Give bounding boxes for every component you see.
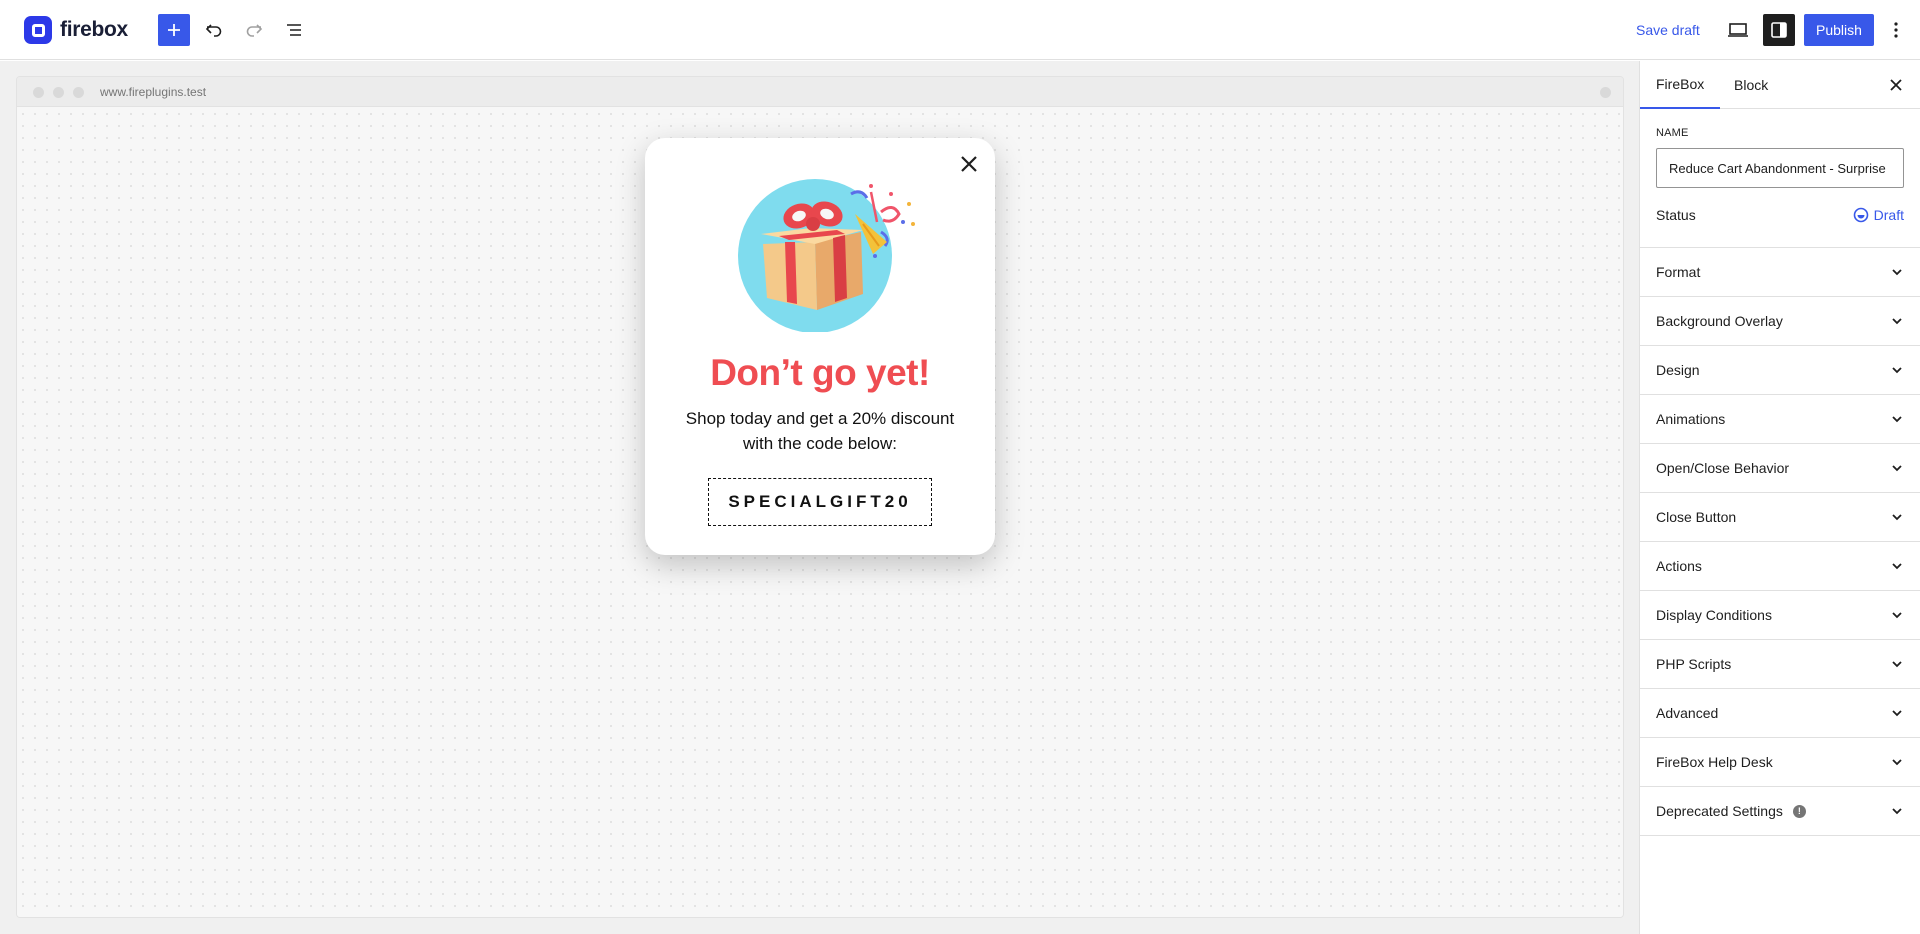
editor-header: firebox Save draft Publish	[0, 0, 1920, 60]
redo-button[interactable]	[238, 14, 270, 46]
chevron-down-icon	[1892, 269, 1902, 276]
publish-button[interactable]: Publish	[1804, 14, 1874, 46]
browser-bar: www.fireplugins.test	[17, 77, 1623, 107]
panel-label: Format	[1656, 264, 1701, 280]
coupon-code[interactable]: SPECIALGIFT20	[708, 478, 932, 526]
document-overview-button[interactable]	[278, 14, 310, 46]
panel-open-close-behavior[interactable]: Open/Close Behavior	[1640, 444, 1920, 493]
panel-label: Deprecated Settings	[1656, 803, 1783, 819]
panel-label: Background Overlay	[1656, 313, 1783, 329]
panel-label: Open/Close Behavior	[1656, 460, 1790, 476]
panel-label: PHP Scripts	[1656, 656, 1732, 672]
logo-text: firebox	[60, 18, 128, 41]
status-toggle[interactable]: Draft	[1852, 206, 1904, 224]
panel-php-scripts[interactable]: PHP Scripts	[1640, 640, 1920, 689]
panel-animations[interactable]: Animations	[1640, 395, 1920, 444]
options-menu-button[interactable]	[1880, 14, 1912, 46]
chevron-down-icon	[1892, 367, 1902, 374]
undo-button[interactable]	[198, 14, 230, 46]
status-row: Status Draft	[1656, 204, 1904, 226]
panel-label: Advanced	[1656, 705, 1719, 721]
plus-icon	[168, 24, 180, 36]
close-icon	[1890, 79, 1902, 91]
panel-advanced[interactable]: Advanced	[1640, 689, 1920, 738]
popup-body-text: Shop today and get a 20% discount with t…	[685, 409, 955, 453]
gift-illustration	[738, 179, 915, 332]
name-label: NAME	[1656, 127, 1689, 139]
browser-url: www.fireplugins.test	[100, 85, 207, 99]
popup-preview-area[interactable]: Don’t go yet! Shop today and get a 20% d…	[17, 108, 1623, 917]
panel-label: Close Button	[1656, 509, 1737, 525]
chevron-down-icon	[1892, 318, 1902, 325]
settings-sidebar: FireBox Block NAME Status Draft Format B…	[1639, 61, 1920, 934]
chevron-down-icon	[1892, 808, 1902, 815]
add-block-button[interactable]	[158, 14, 190, 46]
status-value: Draft	[1873, 207, 1904, 223]
preview-button[interactable]	[1722, 14, 1754, 46]
popup-name-input[interactable]	[1656, 148, 1904, 188]
panel-title-group: Deprecated Settings !	[1656, 803, 1806, 819]
panel-label: Actions	[1656, 558, 1702, 574]
popup-heading: Don’t go yet!	[710, 352, 930, 393]
panel-display-conditions[interactable]: Display Conditions	[1640, 591, 1920, 640]
window-dot-icon	[1600, 87, 1611, 98]
window-dot-icon	[53, 87, 64, 98]
redo-icon	[246, 24, 263, 37]
draft-status-icon	[1853, 207, 1868, 223]
close-sidebar-button[interactable]	[1884, 73, 1908, 97]
settings-toggle-button[interactable]	[1763, 14, 1795, 46]
chevron-down-icon	[1892, 612, 1902, 619]
chevron-down-icon	[1892, 514, 1902, 521]
chevron-down-icon	[1892, 710, 1902, 717]
close-icon[interactable]	[957, 152, 981, 176]
save-draft-button[interactable]: Save draft	[1630, 14, 1706, 46]
panel-close-button[interactable]: Close Button	[1640, 493, 1920, 542]
status-label: Status	[1656, 207, 1696, 223]
editor-canvas: www.fireplugins.test Don’t go yet! Shop …	[0, 61, 1639, 934]
chevron-down-icon	[1892, 465, 1902, 472]
panel-label: Design	[1656, 362, 1700, 378]
panel-background-overlay[interactable]: Background Overlay	[1640, 297, 1920, 346]
info-icon[interactable]: !	[1792, 804, 1806, 818]
panel-firebox-help-desk[interactable]: FireBox Help Desk	[1640, 738, 1920, 787]
tab-block[interactable]: Block	[1718, 61, 1784, 109]
list-view-icon	[287, 24, 301, 36]
chevron-down-icon	[1892, 563, 1902, 570]
desktop-view-icon	[1728, 23, 1748, 37]
sidebar-tabs: FireBox Block	[1640, 61, 1920, 109]
browser-preview-frame: www.fireplugins.test Don’t go yet! Shop …	[16, 76, 1624, 918]
firebox-logo[interactable]: firebox	[24, 16, 128, 44]
panel-label: FireBox Help Desk	[1656, 754, 1773, 770]
panel-design[interactable]: Design	[1640, 346, 1920, 395]
panel-label: Display Conditions	[1656, 607, 1772, 623]
settings-panels: Format Background Overlay Design Animati…	[1640, 247, 1920, 836]
window-dot-icon	[33, 87, 44, 98]
settings-sidebar-icon	[1771, 22, 1787, 38]
panel-deprecated-settings[interactable]: Deprecated Settings !	[1640, 787, 1920, 836]
tab-firebox[interactable]: FireBox	[1640, 61, 1721, 109]
window-dot-icon	[73, 87, 84, 98]
undo-icon	[205, 24, 222, 37]
panel-label: Animations	[1656, 411, 1726, 427]
chevron-down-icon	[1892, 759, 1902, 766]
more-vertical-icon	[1894, 22, 1898, 38]
panel-format[interactable]: Format	[1640, 248, 1920, 297]
chevron-down-icon	[1892, 661, 1902, 668]
panel-actions[interactable]: Actions	[1640, 542, 1920, 591]
popup-box[interactable]: Don’t go yet! Shop today and get a 20% d…	[645, 138, 995, 555]
firebox-logo-icon	[24, 16, 52, 44]
chevron-down-icon	[1892, 416, 1902, 423]
